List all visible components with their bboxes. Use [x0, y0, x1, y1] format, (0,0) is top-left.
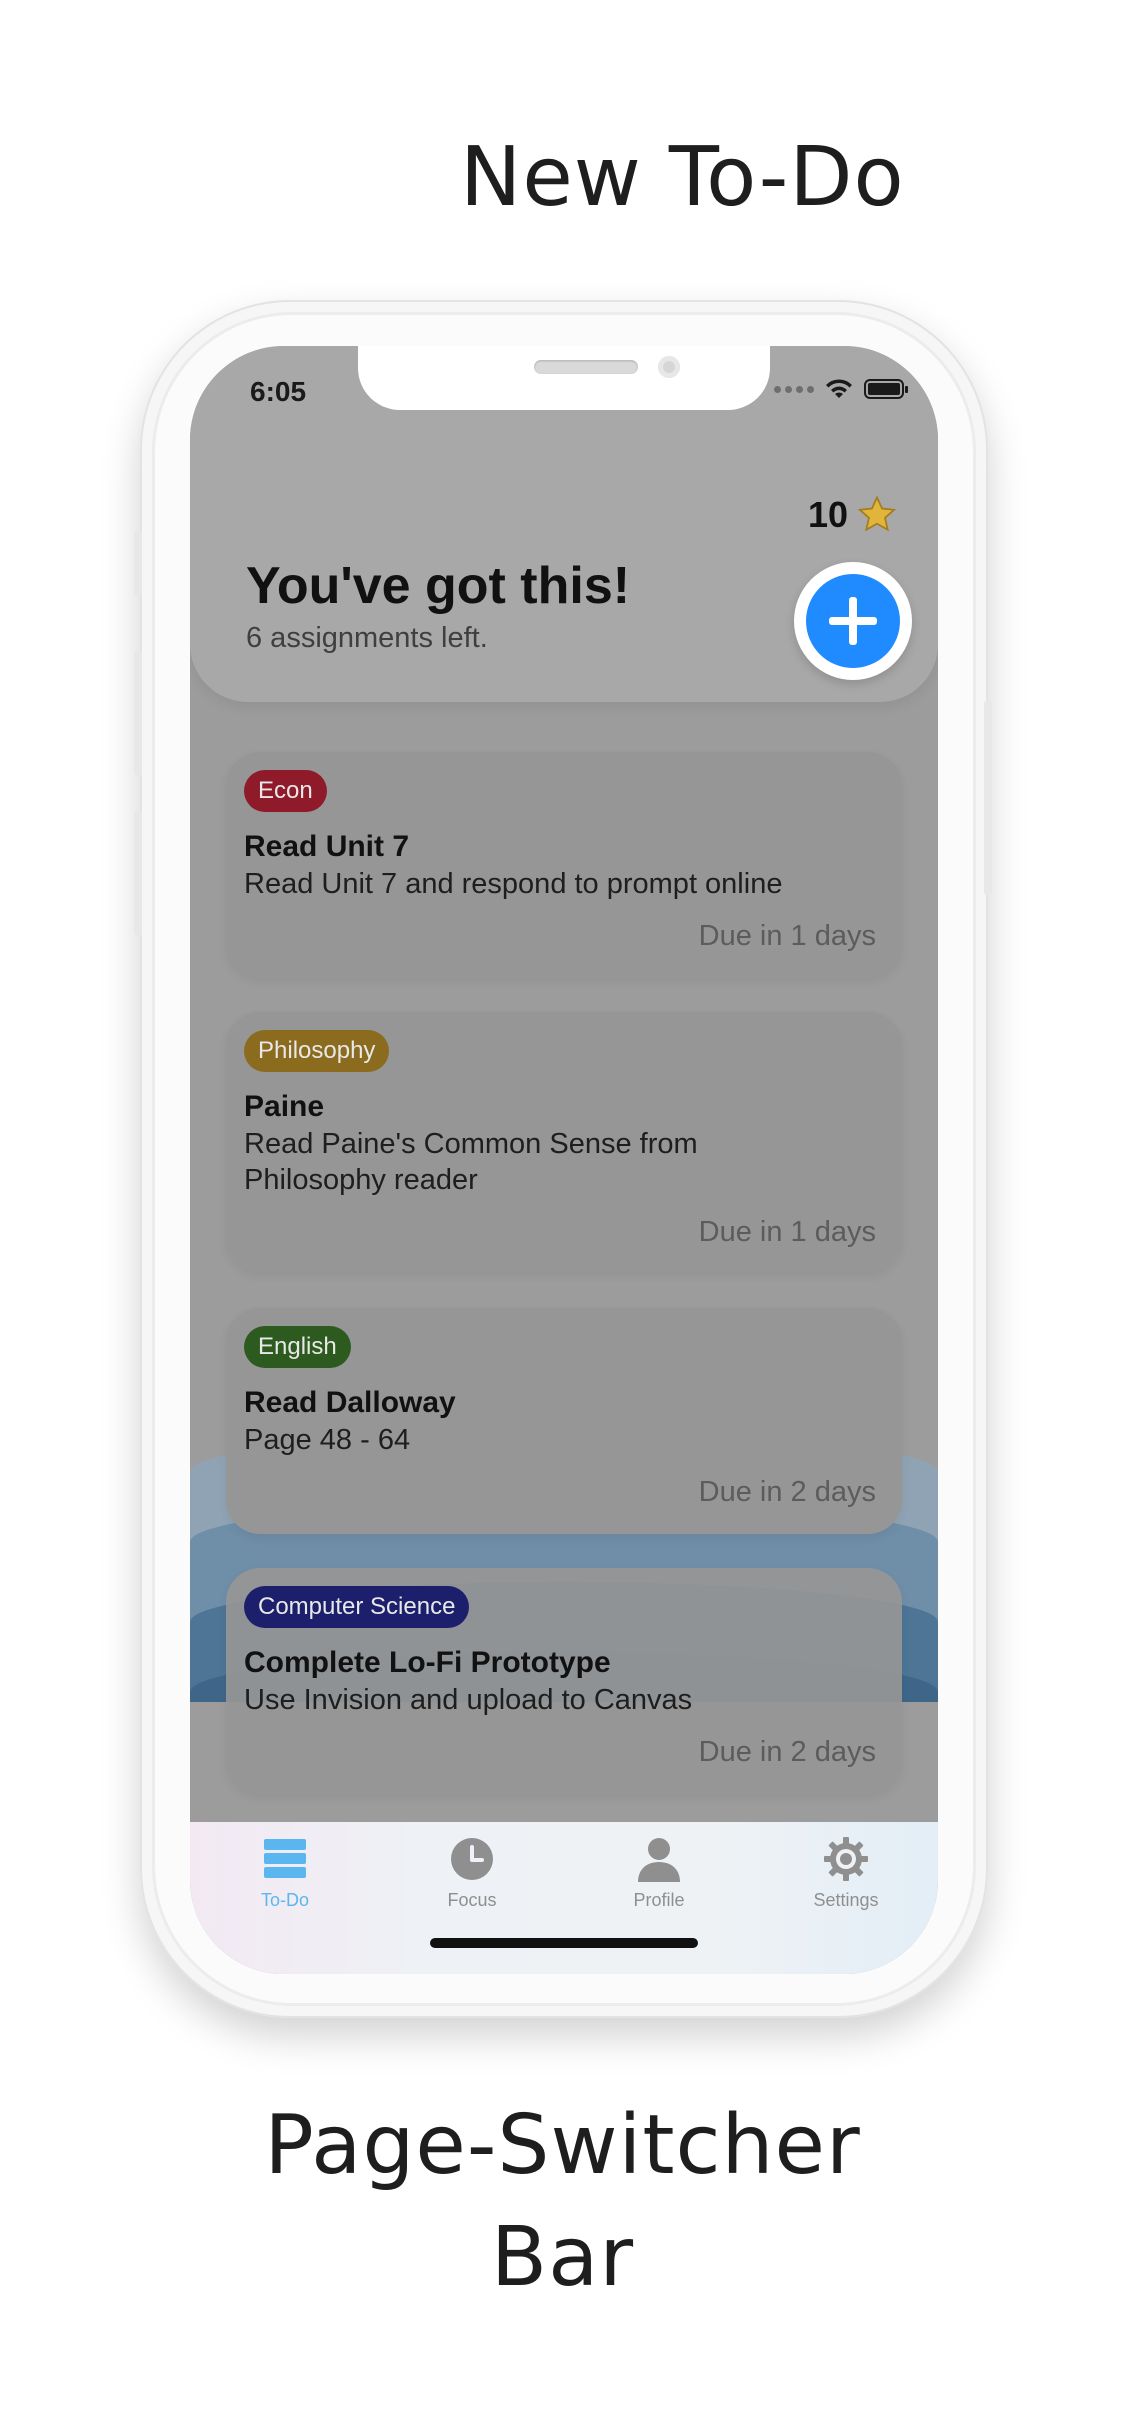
assignment-title: Complete Lo-Fi Prototype — [244, 1646, 611, 1679]
battery-icon — [864, 379, 908, 399]
assignment-title: Paine — [244, 1090, 325, 1123]
caption-line: Page-Switcher — [264, 2098, 861, 2193]
signal-icon — [774, 385, 814, 393]
caption-line: Bar — [490, 2210, 635, 2305]
star-count: 10 — [807, 494, 848, 535]
due-label: Due in 2 days — [698, 1736, 876, 1768]
clock-icon — [451, 1838, 493, 1880]
caption-page-switcher-bar: Page-Switcher Bar — [0, 2090, 1125, 2314]
tab-focus[interactable]: Focus — [402, 1832, 542, 1911]
front-camera — [658, 356, 680, 378]
assignment-description: Use Invision and upload to Canvas — [244, 1684, 693, 1716]
tab-todo[interactable]: To-Do — [215, 1832, 355, 1911]
assignment-card[interactable]: English Read Dalloway Page 48 - 64 Due i… — [226, 1308, 902, 1534]
course-tag: Computer Science — [244, 1586, 470, 1628]
speaker — [534, 360, 638, 374]
assignment-card[interactable]: Computer Science Complete Lo-Fi Prototyp… — [226, 1568, 902, 1794]
star-icon — [857, 495, 897, 532]
list-icon — [264, 1839, 306, 1878]
due-label: Due in 1 days — [698, 1216, 876, 1248]
tab-profile[interactable]: Profile — [589, 1832, 729, 1911]
assignment-title: Read Dalloway — [244, 1386, 456, 1419]
home-indicator[interactable] — [430, 1938, 698, 1948]
assignment-card[interactable]: Philosophy Paine Read Paine's Common Sen… — [226, 1012, 902, 1272]
plus-icon — [829, 597, 877, 645]
phone-screen: 10 You've got this! 6 assignments left. … — [190, 346, 938, 1974]
tab-settings[interactable]: Settings — [776, 1832, 916, 1911]
add-todo-button[interactable] — [794, 562, 912, 680]
page-title: You've got this! — [246, 557, 631, 615]
due-label: Due in 1 days — [698, 920, 876, 952]
assignment-card[interactable]: Econ Read Unit 7 Read Unit 7 and respond… — [226, 752, 902, 978]
assignment-description: Page 48 - 64 — [244, 1424, 411, 1456]
course-tag: English — [244, 1326, 351, 1368]
tab-label: Settings — [813, 1890, 879, 1910]
tab-label: To-Do — [260, 1890, 309, 1910]
assignment-list: Econ Read Unit 7 Read Unit 7 and respond… — [190, 702, 938, 1794]
volume-down-button — [134, 810, 142, 936]
volume-up-button — [134, 650, 142, 776]
assignments-left-count: 6 assignments left. — [246, 622, 488, 654]
tab-label: Focus — [447, 1890, 497, 1910]
gear-icon — [824, 1837, 868, 1881]
star-counter: 10 — [808, 494, 898, 536]
power-button — [984, 700, 992, 896]
person-icon — [638, 1838, 680, 1882]
notch — [358, 346, 770, 410]
assignment-description: Read Paine's Common Sense from Philosoph… — [244, 1128, 698, 1196]
course-tag: Philosophy — [244, 1030, 390, 1072]
wifi-icon — [826, 379, 852, 398]
status-icons — [774, 378, 908, 400]
status-time: 6:05 — [250, 376, 307, 407]
course-tag: Econ — [244, 770, 327, 812]
assignment-description: Read Unit 7 and respond to prompt online — [244, 868, 783, 900]
page-switcher-bar: To-Do Focus Profile Settings — [190, 1822, 938, 1974]
caption-new-todo: New To-Do — [460, 130, 905, 225]
tab-label: Profile — [633, 1890, 685, 1910]
assignment-title: Read Unit 7 — [244, 830, 410, 863]
due-label: Due in 2 days — [698, 1476, 876, 1508]
silent-switch — [134, 530, 142, 596]
